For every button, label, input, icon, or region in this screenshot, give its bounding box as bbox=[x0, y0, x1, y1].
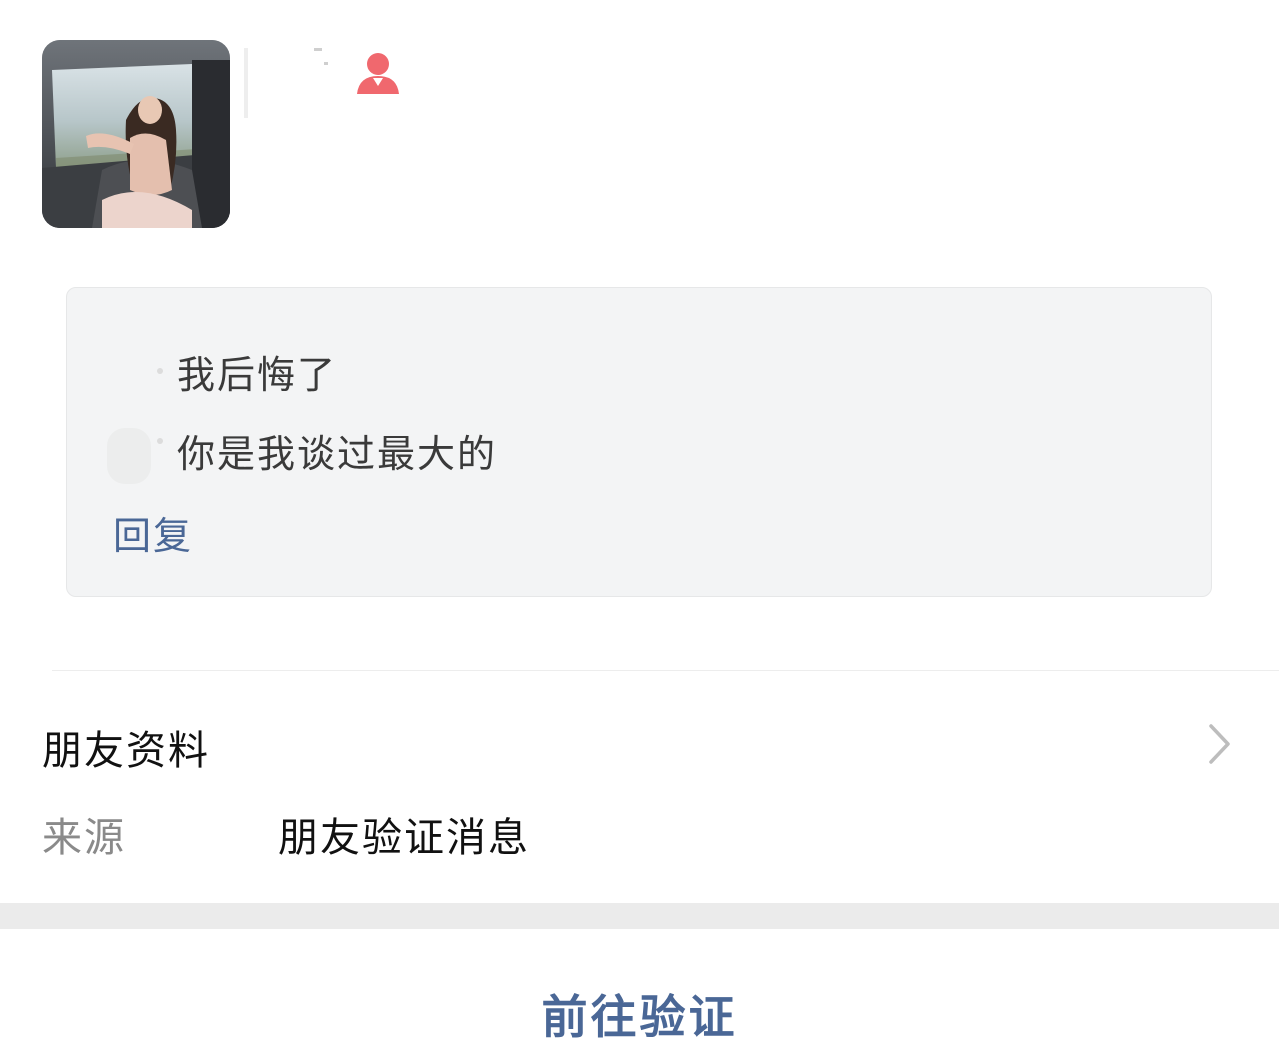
source-label: 来源 bbox=[42, 815, 126, 861]
friend-profile-row[interactable]: 朋友资料 bbox=[0, 700, 1279, 786]
message-line-2: 你是我谈过最大的 bbox=[177, 432, 498, 476]
contact-avatar[interactable] bbox=[42, 40, 230, 228]
name-mark bbox=[324, 62, 328, 65]
section-separator bbox=[0, 903, 1279, 929]
avatar-photo bbox=[42, 40, 230, 228]
female-user-icon bbox=[355, 50, 401, 94]
divider bbox=[52, 670, 1279, 671]
friend-profile-title: 朋友资料 bbox=[42, 728, 210, 774]
sender-mark bbox=[157, 368, 163, 374]
go-verify-button[interactable]: 前往验证 bbox=[0, 929, 1279, 1053]
source-value: 朋友验证消息 bbox=[278, 815, 530, 861]
sender-avatar bbox=[107, 428, 151, 484]
verification-message-card: 我后悔了 你是我谈过最大的 回复 bbox=[66, 287, 1212, 597]
go-verify-label: 前往验证 bbox=[541, 990, 738, 1044]
name-mark bbox=[314, 48, 322, 51]
message-line-1: 我后悔了 bbox=[177, 353, 338, 397]
sender-mark bbox=[157, 438, 163, 444]
divider-edge bbox=[244, 48, 248, 118]
chevron-right-icon bbox=[1206, 722, 1234, 766]
reply-link[interactable]: 回复 bbox=[113, 505, 193, 560]
